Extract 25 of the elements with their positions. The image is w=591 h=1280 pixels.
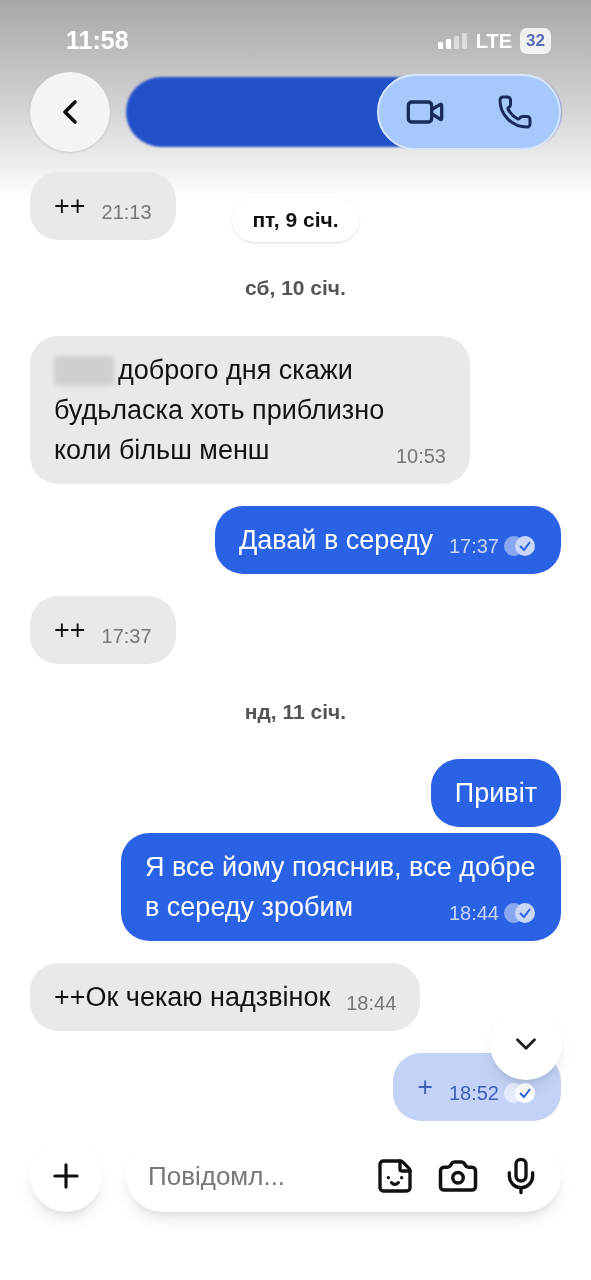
message-text: ++ 17:37 [54,609,152,650]
battery-indicator: 32 [520,28,551,54]
message-text: Я все йому пояснив, все добре в середу зробим 18:44 [145,847,537,927]
message-time: 21:13 [101,200,152,225]
message-time: 18:44 [448,901,499,926]
network-label: LTE [475,28,513,54]
message-text: ++Ок чекаю надзвінок 18:44 [54,977,397,1017]
message-time: 18:44 [346,991,397,1016]
status-time: 11:58 [66,25,129,56]
date-chip: пт, 9 січ. [232,198,359,242]
date-separator: сб, 10 січ. [245,275,346,301]
message-time: 10:53 [395,443,446,469]
sticker-icon[interactable] [375,1156,415,1196]
signal-icon [437,32,468,49]
message-time: 18:52 [448,1081,499,1106]
date-separator: нд, 11 січ. [244,698,347,725]
message-text: Давай в середу 17:37 [238,519,537,560]
message-text: + 18:52 [417,1067,537,1107]
message-time: 17:37 [448,533,499,559]
message-text: доброго дня скажи будьласка хоть приблизно коли більш менш 10:53 [54,349,446,470]
phone-icon [497,94,533,130]
message-text: ++ 21:13 [54,186,152,226]
message-time: 17:37 [101,623,152,649]
message-field[interactable]: Повідомл... [148,1156,353,1196]
message-text: Привіт [454,777,537,810]
